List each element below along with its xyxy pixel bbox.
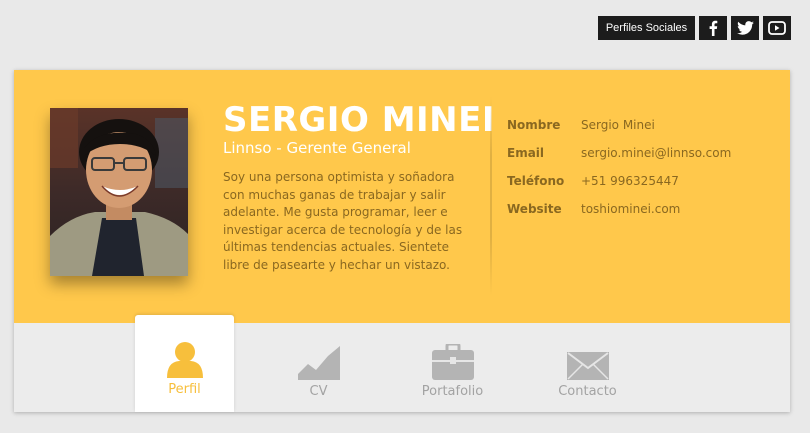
youtube-icon xyxy=(768,21,786,35)
facebook-icon xyxy=(709,20,718,36)
info-row-telefono: Teléfono +51 996325447 xyxy=(507,174,679,194)
tab-portafolio[interactable]: Portafolio xyxy=(403,323,502,412)
twitter-icon xyxy=(736,21,754,35)
tab-cv[interactable]: CV xyxy=(269,323,368,412)
facebook-button[interactable] xyxy=(699,16,727,40)
info-row-website: Website toshiominei.com xyxy=(507,202,680,222)
mail-icon xyxy=(566,343,609,380)
tab-bar: Perfil CV Portafolio Contacto xyxy=(14,315,790,412)
briefcase-icon xyxy=(431,343,474,380)
info-value: Sergio Minei xyxy=(581,118,655,132)
tab-label: CV xyxy=(309,384,328,399)
social-profiles-label: Perfiles Sociales xyxy=(598,16,695,40)
social-bar: Perfiles Sociales xyxy=(598,16,791,40)
profile-role: Linnso - Gerente General xyxy=(223,139,411,157)
info-key: Email xyxy=(507,146,545,160)
divider xyxy=(490,96,492,296)
info-value: toshiominei.com xyxy=(581,202,681,216)
profile-name: SERGIO MINEI xyxy=(223,100,496,140)
twitter-button[interactable] xyxy=(731,16,759,40)
info-row-nombre: Nombre Sergio Minei xyxy=(507,118,655,138)
profile-card: SERGIO MINEI Linnso - Gerente General So… xyxy=(14,70,790,412)
info-key: Teléfono xyxy=(507,174,565,188)
info-value: sergio.minei@linnso.com xyxy=(581,146,732,160)
avatar xyxy=(50,108,188,276)
youtube-button[interactable] xyxy=(763,16,791,40)
tab-perfil[interactable]: Perfil xyxy=(135,315,234,412)
chart-icon xyxy=(297,343,340,380)
tab-label: Contacto xyxy=(558,384,617,399)
tab-contacto[interactable]: Contacto xyxy=(538,323,637,412)
user-icon xyxy=(165,341,205,378)
tab-label: Perfil xyxy=(168,382,201,397)
profile-header: SERGIO MINEI Linnso - Gerente General So… xyxy=(14,70,790,323)
info-key: Nombre xyxy=(507,118,561,132)
profile-photo xyxy=(50,108,188,276)
tab-label: Portafolio xyxy=(421,384,484,399)
info-value: +51 996325447 xyxy=(581,174,679,188)
info-row-email: Email sergio.minei@linnso.com xyxy=(507,146,731,166)
info-key: Website xyxy=(507,202,562,216)
profile-bio: Soy una persona optimista y soñadora con… xyxy=(223,170,463,272)
